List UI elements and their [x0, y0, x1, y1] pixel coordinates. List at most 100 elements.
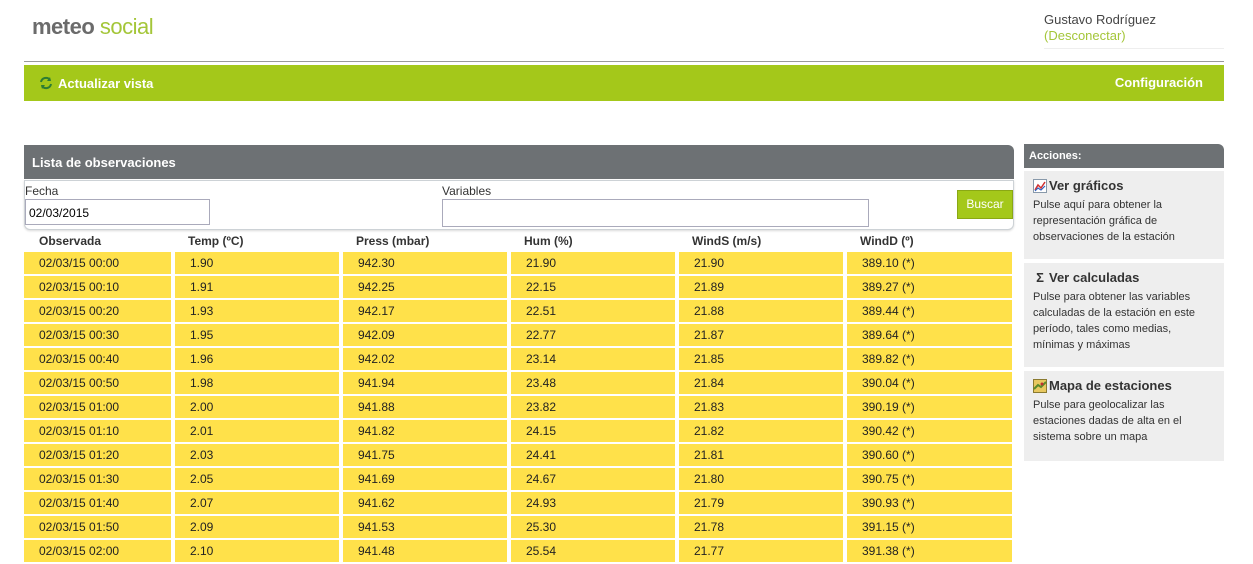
table-cell: 21.81: [677, 444, 845, 468]
variables-input[interactable]: [442, 199, 869, 227]
table-cell: 2.07: [173, 492, 341, 516]
table-cell: 02/03/15 00:40: [24, 348, 173, 372]
table-cell: 1.96: [173, 348, 341, 372]
table-cell: 2.10: [173, 540, 341, 564]
table-cell: 02/03/15 01:00: [24, 396, 173, 420]
stations-map-title: Mapa de estaciones: [1049, 378, 1172, 393]
table-cell: 25.30: [509, 516, 677, 540]
view-charts-desc: Pulse aquí para obtener la representació…: [1033, 199, 1175, 243]
table-cell: 1.93: [173, 300, 341, 324]
table-cell: 24.41: [509, 444, 677, 468]
refresh-view-button[interactable]: Actualizar vista: [38, 75, 153, 91]
table-cell: 2.05: [173, 468, 341, 492]
table-cell: 389.82 (*): [845, 348, 1014, 372]
table-cell: 942.09: [341, 324, 509, 348]
date-input[interactable]: 02/03/2015: [25, 199, 210, 225]
table-cell: 02/03/15 00:30: [24, 324, 173, 348]
table-cell: 941.94: [341, 372, 509, 396]
table-cell: 02/03/15 01:30: [24, 468, 173, 492]
table-row[interactable]: 02/03/15 00:40 1.96 942.02 23.14 21.85 389.82…: [24, 348, 1014, 372]
table-cell: 02/03/15 00:00: [24, 252, 173, 276]
table-cell: 21.84: [677, 372, 845, 396]
table-cell: 942.17: [341, 300, 509, 324]
column-header[interactable]: WindD (º): [845, 230, 1014, 252]
view-calculated-title: Ver calculadas: [1049, 270, 1140, 285]
map-icon: [1033, 378, 1047, 393]
table-cell: 389.44 (*): [845, 300, 1014, 324]
table-cell: 389.27 (*): [845, 276, 1014, 300]
column-header[interactable]: WindS (m/s): [677, 230, 845, 252]
table-cell: 391.38 (*): [845, 540, 1014, 564]
table-cell: 23.48: [509, 372, 677, 396]
table-row[interactable]: 02/03/15 00:50 1.98 941.94 23.48 21.84 390.04…: [24, 372, 1014, 396]
table-cell: 21.87: [677, 324, 845, 348]
view-calculated-action[interactable]: Σ Ver calculadas Pulse para obtener las …: [1024, 263, 1224, 367]
table-cell: 02/03/15 01:50: [24, 516, 173, 540]
column-header[interactable]: Press (mbar): [341, 230, 509, 252]
table-row[interactable]: 02/03/15 01:30 2.05 941.69 24.67 21.80 390.75…: [24, 468, 1014, 492]
table-cell: 21.90: [509, 252, 677, 276]
table-cell: 23.82: [509, 396, 677, 420]
observations-table: Observada Temp (ºC) Press (mbar) Hum (%)…: [24, 230, 1014, 564]
table-row[interactable]: 02/03/15 00:20 1.93 942.17 22.51 21.88 389.44…: [24, 300, 1014, 324]
table-cell: 941.69: [341, 468, 509, 492]
table-header-row: Observada Temp (ºC) Press (mbar) Hum (%)…: [24, 230, 1014, 252]
table-cell: 2.09: [173, 516, 341, 540]
table-cell: 02/03/15 01:20: [24, 444, 173, 468]
table-cell: 21.83: [677, 396, 845, 420]
actions-title: Acciones:: [1029, 150, 1082, 162]
view-calculated-desc: Pulse para obtener las variables calcula…: [1033, 291, 1196, 351]
table-cell: 941.82: [341, 420, 509, 444]
table-cell: 390.04 (*): [845, 372, 1014, 396]
table-row[interactable]: 02/03/15 01:50 2.09 941.53 25.30 21.78 391.15…: [24, 516, 1014, 540]
table-cell: 1.98: [173, 372, 341, 396]
table-cell: 2.01: [173, 420, 341, 444]
table-row[interactable]: 02/03/15 01:40 2.07 941.62 24.93 21.79 390.93…: [24, 492, 1014, 516]
table-cell: 21.78: [677, 516, 845, 540]
sigma-icon: Σ: [1036, 269, 1044, 285]
panel-title: Lista de observaciones: [32, 155, 176, 170]
table-row[interactable]: 02/03/15 01:00 2.00 941.88 23.82 21.83 390.19…: [24, 396, 1014, 420]
table-cell: 390.42 (*): [845, 420, 1014, 444]
table-cell: 390.60 (*): [845, 444, 1014, 468]
table-row[interactable]: 02/03/15 00:30 1.95 942.09 22.77 21.87 389.64…: [24, 324, 1014, 348]
table-row[interactable]: 02/03/15 01:10 2.01 941.82 24.15 21.82 390.42…: [24, 420, 1014, 444]
table-cell: 2.00: [173, 396, 341, 420]
chart-icon: [1033, 178, 1047, 193]
logo-text-social: social: [99, 14, 154, 39]
column-header[interactable]: Temp (ºC): [173, 230, 341, 252]
table-cell: 22.15: [509, 276, 677, 300]
table-cell: 21.89: [677, 276, 845, 300]
table-cell: 941.75: [341, 444, 509, 468]
table-cell: 21.82: [677, 420, 845, 444]
table-cell: 2.03: [173, 444, 341, 468]
view-charts-action[interactable]: Ver gráficos Pulse aquí para obtener la …: [1024, 171, 1224, 259]
table-row[interactable]: 02/03/15 00:10 1.91 942.25 22.15 21.89 389.27…: [24, 276, 1014, 300]
table-cell: 941.48: [341, 540, 509, 564]
table-cell: 389.10 (*): [845, 252, 1014, 276]
search-button[interactable]: Buscar: [957, 190, 1013, 219]
table-cell: 02/03/15 01:10: [24, 420, 173, 444]
table-cell: 21.90: [677, 252, 845, 276]
table-cell: 942.30: [341, 252, 509, 276]
column-header[interactable]: Hum (%): [509, 230, 677, 252]
refresh-view-label: Actualizar vista: [58, 75, 154, 91]
stations-map-action[interactable]: Mapa de estaciones Pulse para geolocaliz…: [1024, 371, 1224, 461]
table-cell: 390.75 (*): [845, 468, 1014, 492]
table-cell: 21.79: [677, 492, 845, 516]
table-row[interactable]: 02/03/15 02:00 2.10 941.48 25.54 21.77 391.38…: [24, 540, 1014, 564]
refresh-icon: [40, 76, 52, 90]
table-row[interactable]: 02/03/15 01:20 2.03 941.75 24.41 21.81 390.60…: [24, 444, 1014, 468]
view-charts-title: Ver gráficos: [1049, 178, 1124, 193]
table-cell: 390.93 (*): [845, 492, 1014, 516]
table-row[interactable]: 02/03/15 00:00 1.90 942.30 21.90 21.90 389.10…: [24, 252, 1014, 276]
table-cell: 02/03/15 00:10: [24, 276, 173, 300]
user-box: Gustavo Rodríguez (Desconectar): [1044, 12, 1224, 49]
table-cell: 942.25: [341, 276, 509, 300]
table-cell: 21.85: [677, 348, 845, 372]
config-link[interactable]: Configuración: [1115, 75, 1203, 90]
variables-label: Variables: [442, 184, 492, 198]
table-cell: 24.15: [509, 420, 677, 444]
column-header[interactable]: Observada: [24, 230, 173, 252]
logout-link[interactable]: (Desconectar): [1044, 28, 1224, 44]
